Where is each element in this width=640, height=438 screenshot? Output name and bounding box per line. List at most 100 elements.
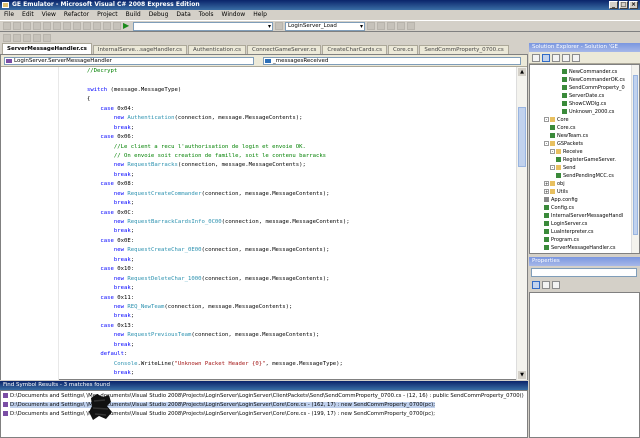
indent-icon[interactable]	[23, 34, 31, 42]
code-line[interactable]: case 0x0C:	[60, 209, 516, 218]
navigate-back-icon[interactable]	[103, 22, 111, 30]
close-button[interactable]: ×	[629, 1, 638, 9]
find-result-row[interactable]: D:\Documents and Settings\ \Mes document…	[3, 410, 435, 419]
code-line[interactable]: break;	[60, 227, 516, 236]
tree-item[interactable]: + Utils	[544, 188, 568, 196]
tab-internalservermessagehandler[interactable]: InternalServe...sageHandler.cs	[92, 45, 188, 54]
solution-explorer-icon[interactable]	[367, 22, 375, 30]
tree-item[interactable]: ServerDate.cs	[562, 92, 604, 100]
show-all-files-icon[interactable]	[542, 53, 550, 62]
tree-item[interactable]: ShowCWDlg.cs	[562, 100, 606, 108]
start-page-icon[interactable]	[407, 22, 415, 30]
view-designer-icon[interactable]	[572, 53, 580, 62]
code-line[interactable]: {	[60, 95, 516, 104]
member-dropdown[interactable]: _messagesReceived	[263, 57, 521, 65]
code-line[interactable]: case 0x06:	[60, 133, 516, 142]
code-line[interactable]: case 0x11:	[60, 294, 516, 303]
find-result-row[interactable]: D:\Documents and Settings\ \Mes document…	[3, 401, 435, 410]
find-result-row[interactable]: D:\Documents and Settings\ \Mes document…	[3, 392, 524, 401]
categorized-icon[interactable]	[532, 281, 540, 289]
tree-item[interactable]: + obj	[544, 180, 565, 188]
tree-item[interactable]: NewTeam.cs	[550, 132, 588, 140]
expand-icon[interactable]: +	[544, 181, 549, 186]
menu-data[interactable]: Data	[176, 10, 190, 20]
code-line[interactable]: new RequestBarracks(connection, message.…	[60, 161, 516, 170]
save-icon[interactable]	[33, 22, 41, 30]
new-project-icon[interactable]	[3, 22, 11, 30]
tree-item[interactable]: - Send	[550, 164, 576, 172]
solution-config-combo[interactable]	[133, 21, 273, 31]
menu-build[interactable]: Build	[126, 10, 141, 20]
tree-item[interactable]: InternalServerMessageHandl	[544, 212, 623, 220]
tree-item[interactable]: LoginServer.cs	[544, 220, 587, 228]
tree-item[interactable]: ServerMessageHandler.cs	[544, 244, 615, 252]
tree-item[interactable]: Unknown_2000.cs	[562, 108, 614, 116]
tab-servermessagehandler[interactable]: ServerMessageHandler.cs	[2, 43, 92, 54]
code-area[interactable]: //Decrypt switch (message.MessageType) {…	[60, 67, 516, 380]
code-line[interactable]: // On envoie soit creation de famille, s…	[60, 152, 516, 161]
code-line[interactable]: break;	[60, 312, 516, 321]
tree-item[interactable]: Core.cs	[550, 124, 576, 132]
copy-icon[interactable]	[63, 22, 71, 30]
collapse-icon[interactable]: -	[550, 149, 555, 154]
menu-view[interactable]: View	[42, 10, 56, 20]
collapse-icon[interactable]: -	[544, 141, 549, 146]
find-icon[interactable]	[275, 22, 283, 30]
tree-scroll-thumb[interactable]	[633, 75, 638, 235]
tree-item[interactable]: SendCommProperty_0	[562, 84, 625, 92]
outdent-icon[interactable]	[33, 34, 41, 42]
menu-file[interactable]: File	[4, 10, 14, 20]
tree-item[interactable]: Program.cs	[544, 236, 579, 244]
code-line[interactable]: case 0x10:	[60, 265, 516, 274]
start-debugging-icon[interactable]: ▶	[123, 22, 131, 30]
code-line[interactable]: new REQ_NewTeam(connection, message.Mess…	[60, 303, 516, 312]
cut-icon[interactable]	[53, 22, 61, 30]
refresh-icon[interactable]	[552, 53, 560, 62]
undo-icon[interactable]	[83, 22, 91, 30]
tree-item[interactable]: LuaInterpreter.cs	[544, 228, 593, 236]
maximize-button[interactable]: □	[619, 1, 628, 9]
menu-project[interactable]: Project	[97, 10, 118, 20]
menu-help[interactable]: Help	[253, 10, 267, 20]
tree-item[interactable]: - Receive	[550, 148, 583, 156]
code-line[interactable]: new RequestDeleteChar_1000(connection, m…	[60, 275, 516, 284]
code-line[interactable]	[60, 76, 516, 85]
scroll-up-icon[interactable]: ▲	[518, 68, 526, 76]
tab-connectgameserver[interactable]: ConnectGameServer.cs	[247, 45, 322, 54]
uncomment-icon[interactable]	[13, 34, 21, 42]
tree-item[interactable]: SendPendingMCC.cs	[556, 172, 614, 180]
code-line[interactable]: new Authentication(connection, message.M…	[60, 114, 516, 123]
tree-item[interactable]: Config.cs	[544, 204, 574, 212]
code-line[interactable]: new RequestPreviousTeam(connection, mess…	[60, 331, 516, 340]
toolbox-icon[interactable]	[397, 22, 405, 30]
tree-item[interactable]: - Core	[544, 116, 569, 124]
code-line[interactable]: new RequestBarrackCardsInfo_0C00(connect…	[60, 218, 516, 227]
code-line[interactable]: break;	[60, 124, 516, 133]
open-file-icon[interactable]	[23, 22, 31, 30]
view-code-icon[interactable]	[562, 53, 570, 62]
code-line[interactable]: //Le client a recu l'authorisation de lo…	[60, 143, 516, 152]
bookmark-icon[interactable]	[43, 34, 51, 42]
code-line[interactable]: break;	[60, 199, 516, 208]
tab-core[interactable]: Core.cs	[387, 45, 419, 54]
scroll-down-icon[interactable]: ▼	[518, 371, 526, 379]
minimize-button[interactable]: _	[609, 1, 618, 9]
tab-sendcommproperty[interactable]: SendCommProperty_0700.cs	[419, 45, 509, 54]
tab-createcharcards[interactable]: CreateCharCards.cs	[322, 45, 387, 54]
code-line[interactable]: default:	[60, 350, 516, 359]
tree-item[interactable]: NewCommanderOK.cs	[562, 76, 625, 84]
code-line[interactable]: case 0x08:	[60, 180, 516, 189]
code-line[interactable]: new RequestCreateCommander(connection, m…	[60, 190, 516, 199]
tree-item[interactable]: App.config	[544, 196, 578, 204]
save-all-icon[interactable]	[43, 22, 51, 30]
find-combo[interactable]: LoginServer_Load	[285, 21, 365, 31]
property-pages-icon[interactable]	[552, 281, 560, 289]
menu-edit[interactable]: Edit	[22, 10, 34, 20]
code-line[interactable]: //Decrypt	[60, 67, 516, 76]
code-line[interactable]: case 0x13:	[60, 322, 516, 331]
properties-object-combo[interactable]	[531, 268, 637, 277]
tree-scrollbar[interactable]	[631, 65, 639, 253]
tab-authentication[interactable]: Authentication.cs	[188, 45, 247, 54]
code-line[interactable]: break;	[60, 341, 516, 350]
comment-icon[interactable]	[3, 34, 11, 42]
